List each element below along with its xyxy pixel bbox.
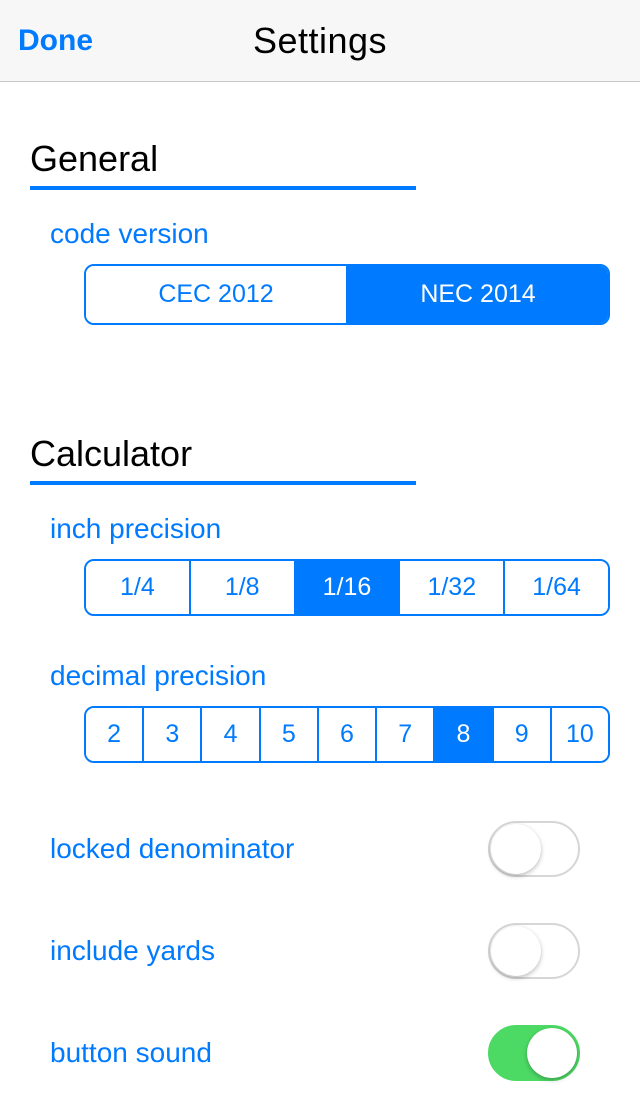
- include-yards-switch[interactable]: [488, 923, 580, 979]
- locked-denominator-row: locked denominator: [30, 821, 610, 877]
- inch-precision-label: inch precision: [50, 513, 610, 545]
- section-header-calculator: Calculator: [30, 433, 416, 485]
- inch-precision-option[interactable]: 1/64: [505, 561, 608, 614]
- decimal-precision-option[interactable]: 8: [435, 708, 493, 761]
- decimal-precision-option[interactable]: 7: [377, 708, 435, 761]
- inch-precision-segmented: 1/41/81/161/321/64: [84, 559, 610, 616]
- code-version-label: code version: [50, 218, 610, 250]
- page-title: Settings: [0, 20, 640, 62]
- locked-denominator-switch[interactable]: [488, 821, 580, 877]
- include-yards-label: include yards: [50, 935, 215, 967]
- locked-denominator-label: locked denominator: [50, 833, 294, 865]
- decimal-precision-option[interactable]: 10: [552, 708, 608, 761]
- decimal-precision-segmented: 2345678910: [84, 706, 610, 763]
- navbar: Done Settings: [0, 0, 640, 82]
- content: General code version CEC 2012NEC 2014 Ca…: [0, 82, 640, 1101]
- code-version-option[interactable]: NEC 2014: [348, 266, 608, 323]
- inch-precision-option[interactable]: 1/4: [86, 561, 191, 614]
- switch-knob: [491, 824, 541, 874]
- decimal-precision-option[interactable]: 2: [86, 708, 144, 761]
- code-version-option[interactable]: CEC 2012: [86, 266, 348, 323]
- decimal-precision-option[interactable]: 3: [144, 708, 202, 761]
- decimal-precision-option[interactable]: 5: [261, 708, 319, 761]
- inch-precision-option[interactable]: 1/16: [296, 561, 401, 614]
- button-sound-row: button sound: [30, 1025, 610, 1081]
- inch-precision-option[interactable]: 1/32: [400, 561, 505, 614]
- inch-precision-option[interactable]: 1/8: [191, 561, 296, 614]
- include-yards-row: include yards: [30, 923, 610, 979]
- section-header-general: General: [30, 138, 416, 190]
- decimal-precision-option[interactable]: 6: [319, 708, 377, 761]
- button-sound-switch[interactable]: [488, 1025, 580, 1081]
- decimal-precision-label: decimal precision: [50, 660, 610, 692]
- button-sound-label: button sound: [50, 1037, 212, 1069]
- code-version-segmented: CEC 2012NEC 2014: [84, 264, 610, 325]
- switch-knob: [491, 926, 541, 976]
- decimal-precision-option[interactable]: 9: [494, 708, 552, 761]
- done-button[interactable]: Done: [0, 24, 93, 58]
- decimal-precision-option[interactable]: 4: [202, 708, 260, 761]
- switch-knob: [527, 1028, 577, 1078]
